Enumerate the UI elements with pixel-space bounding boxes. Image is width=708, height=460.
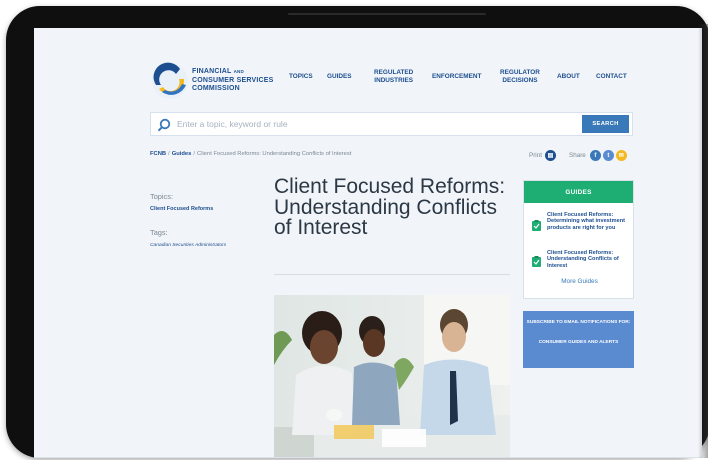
guide-item-products[interactable]: Client Focused Reforms: Determining what… xyxy=(532,212,631,246)
guide-link[interactable]: Client Focused Reforms: Determining what… xyxy=(547,212,633,231)
search-button[interactable]: SEARCH xyxy=(582,115,629,133)
breadcrumb-home[interactable]: FCNB xyxy=(150,151,166,157)
search-icon xyxy=(157,118,171,132)
nav-regulated-industries[interactable]: REGULATED INDUSTRIES xyxy=(374,69,413,84)
nav-about[interactable]: ABOUT xyxy=(557,73,580,81)
breadcrumb: FCNB / Guides / Client Focused Reforms: Unde… xyxy=(150,151,352,157)
topic-link[interactable]: Client Focused Reforms xyxy=(150,206,213,212)
print-icon: ▤ xyxy=(544,150,556,161)
article-photo xyxy=(274,295,510,458)
title-divider xyxy=(274,274,510,275)
guides-heading: GUIDES xyxy=(524,181,633,203)
nav-guides[interactable]: GUIDES xyxy=(327,73,352,81)
tag-link[interactable]: Canadian Securities Administrators xyxy=(150,243,226,248)
screen: FINANCIAL AND CONSUMER SERVICES COMMISSI… xyxy=(34,28,702,458)
subscribe-heading: SUBSCRIBE TO EMAIL NOTIFICATIONS FOR: xyxy=(526,320,631,325)
tablet-frame: FINANCIAL AND CONSUMER SERVICES COMMISSI… xyxy=(6,6,708,458)
checklist-icon xyxy=(532,256,541,267)
more-guides-link[interactable]: More Guides xyxy=(524,278,635,285)
fcsc-logo[interactable] xyxy=(150,61,190,101)
search-input[interactable] xyxy=(177,116,547,132)
breadcrumb-guides[interactable]: Guides xyxy=(172,151,192,157)
checklist-icon xyxy=(532,220,541,231)
tablet-top-edge xyxy=(288,13,486,15)
topics-label: Topics: xyxy=(150,192,174,201)
footer-divider xyxy=(34,457,702,458)
share-links: Share f t ✉ xyxy=(569,150,627,161)
email-icon[interactable]: ✉ xyxy=(615,150,627,161)
nav-regulator-decisions[interactable]: REGULATOR DECISIONS xyxy=(500,69,540,84)
facebook-icon[interactable]: f xyxy=(589,150,601,161)
guide-item-conflicts[interactable]: Client Focused Reforms: Understanding Co… xyxy=(532,250,631,274)
guides-panel: GUIDES Client Focused Reforms: Determini… xyxy=(523,180,634,299)
site-header: FINANCIAL AND CONSUMER SERVICES COMMISSI… xyxy=(34,28,702,110)
nav-contact[interactable]: CONTACT xyxy=(596,73,627,81)
search-bar: SEARCH xyxy=(150,112,633,136)
breadcrumb-current: Client Focused Reforms: Understanding Co… xyxy=(197,151,352,157)
subscribe-box[interactable]: SUBSCRIBE TO EMAIL NOTIFICATIONS FOR: CO… xyxy=(523,311,634,368)
nav-enforcement[interactable]: ENFORCEMENT xyxy=(432,73,481,81)
subscribe-topic[interactable]: CONSUMER GUIDES AND ALERTS xyxy=(523,340,634,346)
page-title: Client Focused Reforms: Understanding Co… xyxy=(274,175,506,239)
org-name[interactable]: FINANCIAL AND CONSUMER SERVICES COMMISSI… xyxy=(192,68,273,94)
tablet-edge-shadow xyxy=(698,24,708,458)
print-link[interactable]: Print ▤ xyxy=(529,150,556,161)
twitter-icon[interactable]: t xyxy=(602,150,614,161)
guide-link[interactable]: Client Focused Reforms: Understanding Co… xyxy=(547,250,633,269)
nav-topics[interactable]: TOPICS xyxy=(289,73,313,81)
tags-label: Tags: xyxy=(150,228,168,237)
